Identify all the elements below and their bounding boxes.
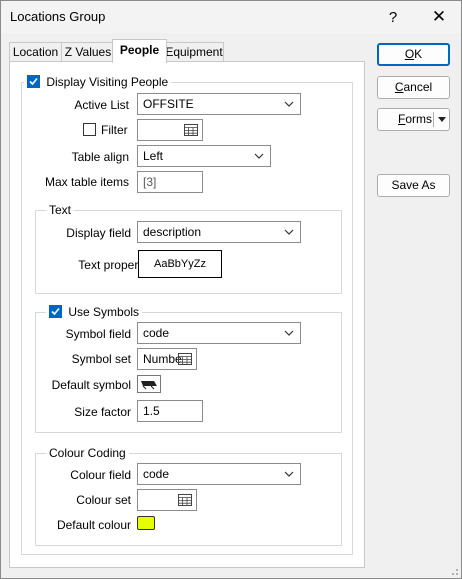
text-properties-button[interactable]: AaBbYyZz xyxy=(138,250,222,278)
colour-coding-legend: Colour Coding xyxy=(46,446,129,460)
colour-field-label: Colour field xyxy=(70,468,131,482)
active-list-dropdown[interactable]: OFFSITE xyxy=(137,93,301,115)
colour-set-label: Colour set xyxy=(76,493,131,507)
help-icon: ? xyxy=(388,8,398,26)
active-list-value: OFFSITE xyxy=(143,97,194,111)
table-picker-icon xyxy=(178,494,192,506)
close-button[interactable]: ✕ xyxy=(417,1,461,33)
chevron-down-icon xyxy=(284,330,294,336)
size-factor-input[interactable]: 1.5 xyxy=(137,400,203,422)
filter-checkbox[interactable] xyxy=(83,123,96,136)
cancel-button[interactable]: Cancel xyxy=(377,76,450,99)
save-as-button[interactable]: Save As xyxy=(377,174,450,197)
active-list-label: Active List xyxy=(74,98,129,112)
default-symbol-icon xyxy=(141,381,157,390)
symbol-set-value: Numbe xyxy=(143,352,182,366)
default-symbol-button[interactable] xyxy=(137,375,161,393)
display-visiting-checkbox[interactable] xyxy=(27,75,40,88)
chevron-down-icon xyxy=(284,471,294,477)
max-table-items-label: Max table items xyxy=(44,175,129,189)
chevron-down-icon xyxy=(284,101,294,107)
colour-set-input[interactable] xyxy=(137,489,197,511)
symbol-field-value: code xyxy=(143,326,170,340)
tab-location[interactable]: Location xyxy=(9,42,62,62)
check-icon xyxy=(51,307,60,316)
size-factor-label: Size factor xyxy=(74,405,131,419)
display-field-value: description xyxy=(143,225,202,239)
symbol-set-input[interactable]: Numbe xyxy=(137,348,197,370)
default-colour-label: Default colour xyxy=(56,518,131,532)
ok-button[interactable]: OK xyxy=(377,43,450,66)
table-align-label: Table align xyxy=(71,150,129,164)
symbol-field-label: Symbol field xyxy=(65,327,131,341)
default-colour-swatch[interactable] xyxy=(137,516,155,530)
max-table-items-value: [3] xyxy=(143,175,157,189)
size-factor-value: 1.5 xyxy=(143,404,160,418)
max-table-items-input[interactable]: [3] xyxy=(137,171,203,193)
use-symbols-checkbox[interactable] xyxy=(49,305,62,318)
resize-grip-icon[interactable] xyxy=(449,566,459,576)
default-symbol-label: Default symbol xyxy=(51,378,131,392)
tab-people[interactable]: People xyxy=(112,39,167,63)
tab-z-values[interactable]: Z Values xyxy=(61,42,115,62)
text-group-legend: Text xyxy=(46,203,75,217)
table-align-dropdown[interactable]: Left xyxy=(137,145,271,167)
dropdown-arrow-icon xyxy=(438,117,446,122)
display-visiting-legend: Display Visiting People xyxy=(24,75,172,89)
check-icon xyxy=(29,77,38,86)
table-picker-icon xyxy=(184,124,198,136)
title-bar: Locations Group ? ✕ xyxy=(1,1,461,33)
use-symbols-legend: Use Symbols xyxy=(46,305,143,319)
colour-field-value: code xyxy=(143,467,170,481)
display-visiting-label: Display Visiting People xyxy=(46,75,169,89)
filter-input[interactable] xyxy=(137,119,203,141)
dialog-window: Locations Group ? ✕ Location Z Values Pe… xyxy=(0,0,462,579)
use-symbols-label: Use Symbols xyxy=(68,305,140,319)
table-picker-icon xyxy=(178,353,192,365)
tab-equipment[interactable]: Equipment xyxy=(164,42,224,62)
symbol-field-dropdown[interactable]: code xyxy=(137,322,301,344)
colour-field-dropdown[interactable]: code xyxy=(137,463,301,485)
people-panel: Display Visiting People Active List OFFS… xyxy=(9,61,365,568)
display-field-dropdown[interactable]: description xyxy=(137,221,301,243)
help-button[interactable]: ? xyxy=(371,1,415,33)
filter-label: Filter xyxy=(101,123,128,137)
forms-button[interactable]: Forms xyxy=(377,108,450,131)
window-title: Locations Group xyxy=(10,9,106,24)
symbol-set-label: Symbol set xyxy=(71,352,131,366)
chevron-down-icon xyxy=(254,153,264,159)
display-field-label: Display field xyxy=(66,226,131,240)
close-icon: ✕ xyxy=(431,7,447,26)
table-align-value: Left xyxy=(143,149,164,163)
chevron-down-icon xyxy=(284,229,294,235)
forms-separator xyxy=(433,112,434,127)
